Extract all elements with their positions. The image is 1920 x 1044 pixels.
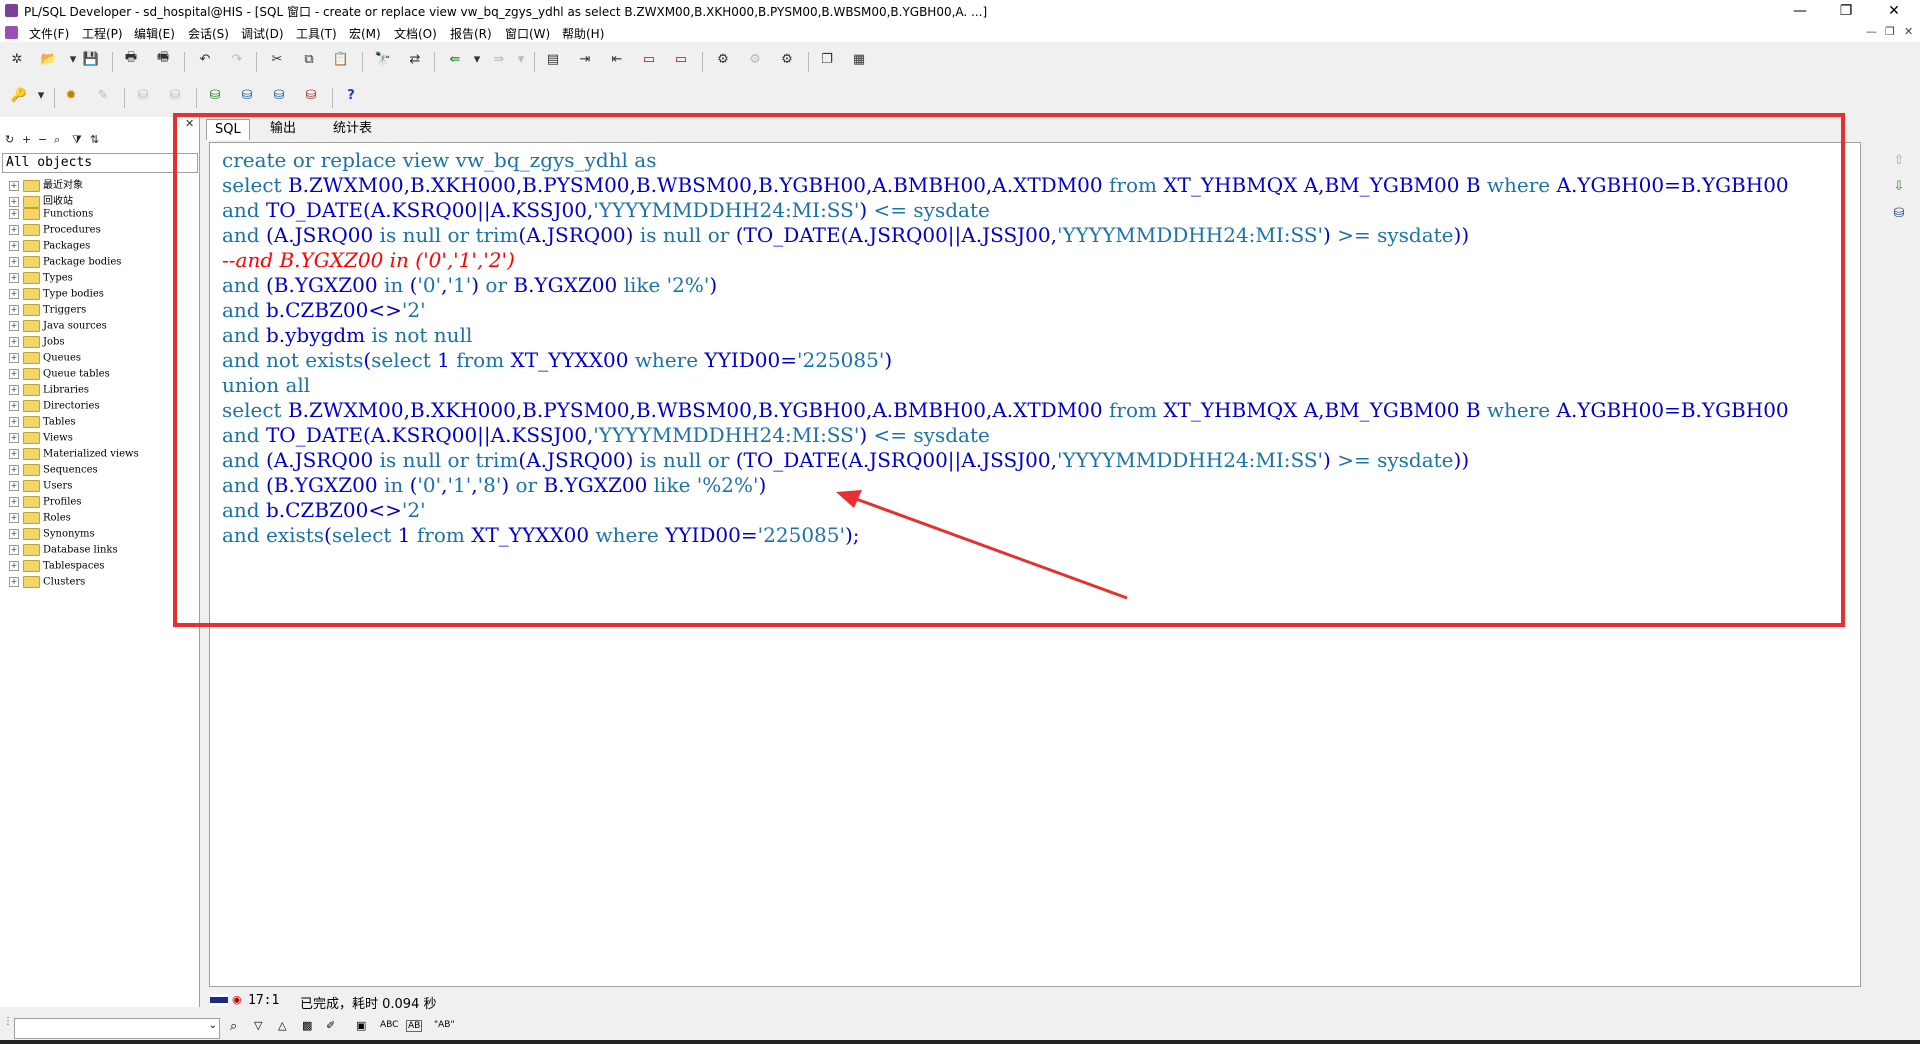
annotation-arrow-line (847, 494, 1128, 600)
annotation-arrow (836, 490, 1128, 600)
